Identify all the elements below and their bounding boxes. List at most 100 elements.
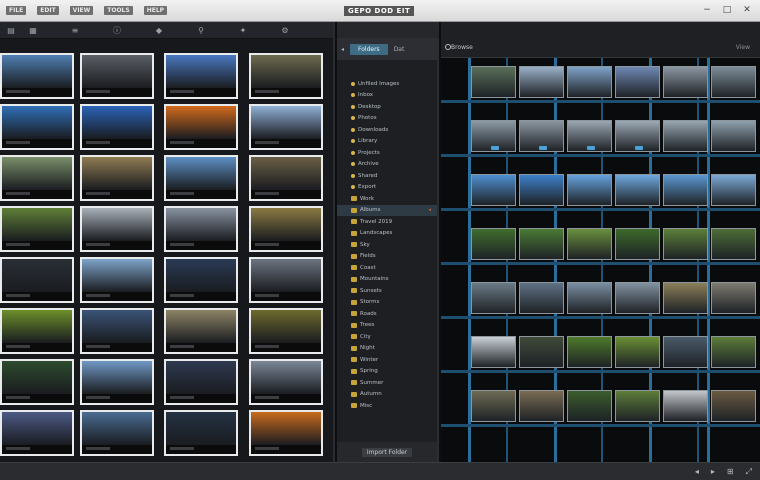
folder-item[interactable]: Coast (337, 262, 437, 274)
info-icon[interactable]: ⓘ (110, 25, 124, 36)
thumbnail[interactable] (0, 206, 74, 252)
thumbnail[interactable] (249, 206, 323, 252)
thumbnail[interactable] (164, 155, 238, 201)
folder-item[interactable]: Fields (337, 251, 437, 263)
folder-item[interactable]: Winter (337, 354, 437, 366)
selection-marker[interactable] (539, 146, 547, 150)
film-cell[interactable] (663, 336, 708, 368)
film-cell[interactable] (567, 336, 612, 368)
film-cell[interactable] (663, 66, 708, 98)
film-cell[interactable] (711, 120, 756, 152)
thumbnail[interactable] (249, 410, 323, 456)
film-cell[interactable] (567, 390, 612, 422)
thumbnail[interactable] (0, 104, 74, 150)
film-cell[interactable] (519, 336, 564, 368)
film-cell[interactable] (663, 282, 708, 314)
film-cell[interactable] (519, 66, 564, 98)
film-cell[interactable] (663, 390, 708, 422)
film-cell[interactable] (567, 174, 612, 206)
thumbnail[interactable] (80, 308, 154, 354)
selection-marker[interactable] (635, 146, 643, 150)
film-cell[interactable] (519, 174, 564, 206)
maximize-icon[interactable]: □ (722, 5, 732, 15)
folder-item[interactable]: Archive (337, 159, 437, 171)
pin-icon[interactable]: ⚲ (194, 25, 208, 36)
film-cell[interactable] (519, 282, 564, 314)
folder-item[interactable]: Projects (337, 147, 437, 159)
thumbnail[interactable] (164, 257, 238, 303)
folder-item[interactable]: Sunsets (337, 285, 437, 297)
tag-icon[interactable]: ◆ (152, 25, 166, 36)
thumbnail[interactable] (0, 410, 74, 456)
film-cell[interactable] (615, 336, 660, 368)
film-cell[interactable] (663, 174, 708, 206)
thumbnail[interactable] (80, 410, 154, 456)
thumbnail[interactable] (0, 359, 74, 405)
thumbnail[interactable] (249, 104, 323, 150)
fullscreen-icon[interactable]: ⤢ (746, 467, 752, 477)
panel-menu-icon[interactable]: ◂ (341, 46, 344, 53)
view-label[interactable]: View (736, 44, 750, 51)
thumbnail[interactable] (249, 308, 323, 354)
film-cell[interactable] (711, 282, 756, 314)
thumbnail[interactable] (0, 155, 74, 201)
thumbnail[interactable] (0, 53, 74, 99)
thumbnail[interactable] (80, 104, 154, 150)
film-cell[interactable] (471, 336, 516, 368)
thumbnail[interactable] (80, 206, 154, 252)
fit-icon[interactable]: ⊞ (727, 467, 734, 477)
film-cell[interactable] (567, 228, 612, 260)
film-cell[interactable] (471, 228, 516, 260)
folder-item[interactable]: Spring (337, 366, 437, 378)
film-cell[interactable] (567, 282, 612, 314)
film-cell[interactable] (471, 390, 516, 422)
film-cell[interactable] (711, 336, 756, 368)
list-icon[interactable]: ≡ (68, 25, 82, 36)
folder-item[interactable]: Photos (337, 113, 437, 125)
thumbnail[interactable] (80, 359, 154, 405)
folder-item[interactable]: Sky (337, 239, 437, 251)
folder-item[interactable]: Downloads (337, 124, 437, 136)
folder-item[interactable]: Desktop (337, 101, 437, 113)
film-cell[interactable] (711, 390, 756, 422)
folder-item[interactable]: City (337, 331, 437, 343)
film-cell[interactable] (615, 66, 660, 98)
film-cell[interactable] (711, 228, 756, 260)
film-cell[interactable] (663, 120, 708, 152)
menu-item-help[interactable]: HELP (143, 6, 168, 15)
film-cell[interactable] (471, 66, 516, 98)
thumbnail[interactable] (249, 53, 323, 99)
thumbnail[interactable] (164, 410, 238, 456)
zoom-out-icon[interactable]: ◂ (695, 467, 699, 477)
film-cell[interactable] (615, 174, 660, 206)
folder-item[interactable]: Autumn (337, 389, 437, 401)
folder-item[interactable]: Unfiled Images (337, 78, 437, 90)
tab-data[interactable]: Dat (394, 46, 405, 53)
menu-item-edit[interactable]: EDIT (37, 6, 59, 15)
folder-item[interactable]: Albums ◂ (337, 204, 437, 216)
film-cell[interactable] (711, 66, 756, 98)
import-folder-button[interactable]: Import Folder (361, 447, 413, 457)
minimize-icon[interactable]: − (702, 5, 712, 15)
thumbnail[interactable] (80, 53, 154, 99)
tab-folders[interactable]: Folders (350, 43, 388, 55)
thumbnail[interactable] (249, 257, 323, 303)
folder-item[interactable]: Shared (337, 170, 437, 182)
thumbnail[interactable] (80, 257, 154, 303)
folder-item[interactable]: Work (337, 193, 437, 205)
film-cell[interactable] (519, 390, 564, 422)
film-cell[interactable] (615, 282, 660, 314)
film-cell[interactable] (663, 228, 708, 260)
expand-arrow-icon[interactable]: ◂ (428, 207, 431, 213)
thumbnail[interactable] (164, 206, 238, 252)
film-cell[interactable] (615, 390, 660, 422)
folder-item[interactable]: Night (337, 343, 437, 355)
folder-item[interactable]: Landscapes (337, 228, 437, 240)
folder-item[interactable]: Summer (337, 377, 437, 389)
folder-item[interactable]: Storms (337, 297, 437, 309)
folder-item[interactable]: Misc (337, 400, 437, 412)
menu-item-file[interactable]: FILE (6, 6, 27, 15)
thumbnail[interactable] (249, 359, 323, 405)
thumbnail[interactable] (249, 155, 323, 201)
film-cell[interactable] (471, 174, 516, 206)
